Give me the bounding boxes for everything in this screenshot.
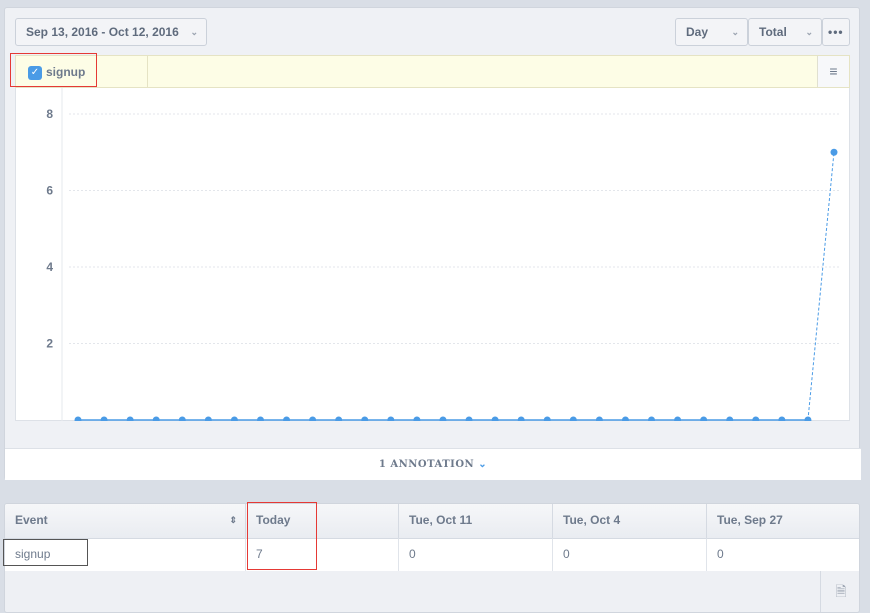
data-point xyxy=(491,416,499,424)
data-point xyxy=(309,416,317,424)
highlight-box xyxy=(10,53,97,87)
y-tick-label: 8 xyxy=(46,107,53,121)
list-options-icon: ≡ xyxy=(829,63,838,79)
data-point xyxy=(804,416,812,424)
chart-svg: 2468Sep. 14Sep. 16Sep. 18Sep. 20Sep. 22S… xyxy=(46,88,854,440)
y-tick-label: 4 xyxy=(46,260,53,274)
data-table: Event ⇕ Today Tue, Oct 11 Tue, Oct 4 Tue,… xyxy=(4,503,860,613)
data-point xyxy=(126,416,134,424)
column-header[interactable]: Tue, Sep 27 xyxy=(707,504,859,538)
line-chart: 2468Sep. 14Sep. 16Sep. 18Sep. 20Sep. 22S… xyxy=(15,88,854,440)
data-point xyxy=(543,416,551,424)
date-range-picker[interactable]: Sep 13, 2016 - Oct 12, 2016 ⌄ xyxy=(15,18,207,46)
highlight-box xyxy=(3,539,88,566)
column-header[interactable]: Tue, Oct 4 xyxy=(553,504,707,538)
more-options-button[interactable]: ••• xyxy=(822,18,850,46)
data-point xyxy=(335,416,343,424)
column-header[interactable]: Tue, Oct 11 xyxy=(399,504,553,538)
data-point xyxy=(648,416,656,424)
column-header-event[interactable]: Event ⇕ xyxy=(5,504,246,538)
data-point xyxy=(517,416,525,424)
sort-icon[interactable]: ⇕ xyxy=(229,504,237,536)
series-line-segment xyxy=(807,152,835,421)
data-point xyxy=(100,416,108,424)
data-point xyxy=(204,416,212,424)
data-point xyxy=(74,416,82,424)
data-point xyxy=(621,416,629,424)
annotation-toggle[interactable]: 1 ANNOTATION ⌄ xyxy=(5,448,861,480)
export-file-icon: 🗎 xyxy=(835,583,847,599)
data-point xyxy=(700,416,708,424)
data-point xyxy=(674,416,682,424)
metric-select[interactable]: Total ⌄ xyxy=(748,18,822,46)
data-point xyxy=(569,416,577,424)
legend-bar: ✓ signup ≡ xyxy=(15,55,850,88)
chart-panel: Sep 13, 2016 - Oct 12, 2016 ⌄ Day ⌄ Total ⌄… xyxy=(4,7,861,480)
data-point xyxy=(830,148,838,156)
table-cell: 0 xyxy=(399,538,553,571)
data-point xyxy=(726,416,734,424)
data-point xyxy=(230,416,238,424)
data-point xyxy=(752,416,760,424)
data-point xyxy=(361,416,369,424)
data-point xyxy=(387,416,395,424)
y-tick-label: 2 xyxy=(46,337,53,351)
data-point xyxy=(256,416,264,424)
data-point xyxy=(595,416,603,424)
interval-select[interactable]: Day ⌄ xyxy=(675,18,748,46)
y-tick-label: 6 xyxy=(46,184,53,198)
table-cell: 0 xyxy=(707,538,859,571)
data-point xyxy=(152,416,160,424)
data-point xyxy=(465,416,473,424)
chevron-down-icon: ⌄ xyxy=(478,459,488,470)
data-point xyxy=(439,416,447,424)
data-point xyxy=(778,416,786,424)
list-options-button[interactable]: ≡ xyxy=(817,56,849,87)
highlight-box xyxy=(247,502,317,570)
export-button[interactable]: 🗎 xyxy=(820,571,859,612)
chevron-down-icon: ⌄ xyxy=(731,27,739,37)
chevron-down-icon: ⌄ xyxy=(190,27,198,37)
data-point xyxy=(178,416,186,424)
data-point xyxy=(413,416,421,424)
chevron-down-icon: ⌄ xyxy=(805,27,813,37)
data-point xyxy=(283,416,291,424)
ellipsis-icon: ••• xyxy=(828,25,844,39)
table-cell: 0 xyxy=(553,538,707,571)
